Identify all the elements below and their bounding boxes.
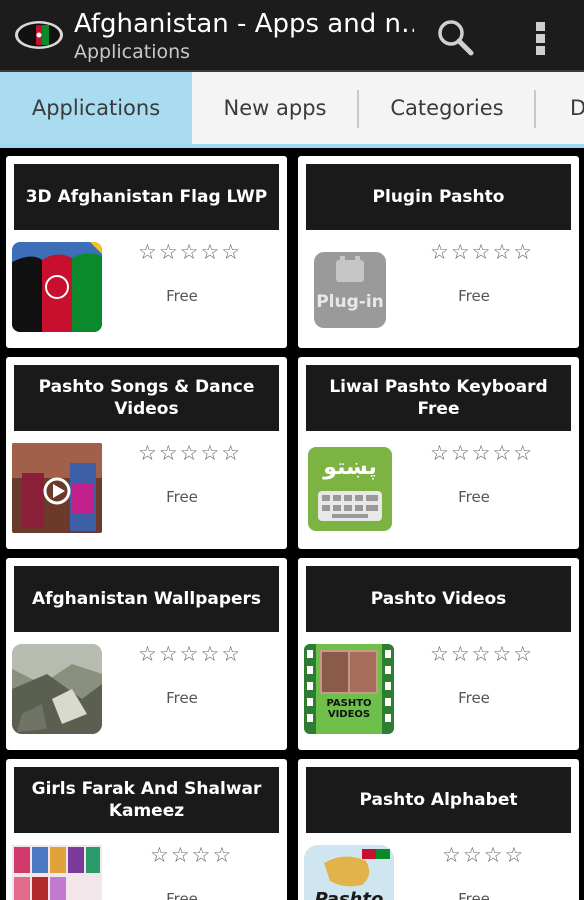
action-bar: Afghanistan - Apps and n… Applications (0, 0, 584, 72)
tab-new-apps[interactable]: New apps (192, 72, 358, 144)
search-icon[interactable] (434, 16, 478, 60)
price-label: Free (458, 287, 490, 305)
video-thumbnail-icon (12, 443, 102, 533)
overflow-menu-icon[interactable] (526, 16, 556, 60)
app-card-title: Afghanistan Wallpapers (14, 566, 279, 632)
price-label: Free (166, 287, 198, 305)
pashto-alphabet-icon: Pashto (304, 845, 394, 900)
app-screen: Afghanistan - Apps and n… Applications A… (0, 0, 584, 900)
plug-in-icon-text: Plug-in (316, 292, 384, 312)
app-card[interactable]: Girls Farak And Shalwar Kameez ☆☆☆☆ Free (6, 759, 287, 900)
tab-applications[interactable]: Applications (0, 72, 192, 144)
price-label: Free (166, 488, 198, 506)
rating-stars: ☆☆☆☆☆ (138, 441, 243, 465)
dress-gallery-icon (12, 845, 102, 900)
app-card[interactable]: Pashto Songs & Dance Videos ☆☆☆☆☆ Free (6, 357, 287, 549)
price-label: Free (458, 890, 490, 900)
afghanistan-flag-eye-icon[interactable] (14, 14, 64, 56)
app-subtitle: Applications (74, 41, 191, 63)
app-card[interactable]: Pashto Alphabet Pashto ☆☆☆☆ Free (298, 759, 579, 900)
price-label: Free (166, 890, 198, 900)
rating-stars: ☆☆☆☆☆ (430, 240, 535, 264)
film-strip-icon: PASHTO VIDEOS (304, 644, 394, 734)
app-card[interactable]: Pashto Videos PASHTO VIDEOS ☆☆☆☆☆ Free (298, 558, 579, 750)
rating-stars: ☆☆☆☆☆ (430, 441, 535, 465)
app-card-title: Pashto Alphabet (306, 767, 571, 833)
mountain-photo-icon (12, 644, 102, 734)
price-label: Free (458, 689, 490, 707)
plug-in-icon: Plug-in (314, 252, 386, 328)
rating-stars: ☆☆☆☆ (442, 843, 526, 867)
app-card[interactable]: 3D Afghanistan Flag LWP ☆☆☆☆☆ Free (6, 156, 287, 348)
tab-bar: Applications New apps Categories D (0, 72, 584, 148)
app-card-title: Pashto Songs & Dance Videos (14, 365, 279, 431)
app-card-title: Plugin Pashto (306, 164, 571, 230)
price-label: Free (458, 488, 490, 506)
app-card-title: 3D Afghanistan Flag LWP (14, 164, 279, 230)
app-card[interactable]: Plugin Pashto Plug-in ☆☆☆☆☆ Free (298, 156, 579, 348)
app-card-title: Girls Farak And Shalwar Kameez (14, 767, 279, 833)
app-card-title: Pashto Videos (306, 566, 571, 632)
pashto-alphabet-icon-text: Pashto (314, 889, 384, 900)
film-strip-icon-text: PASHTO VIDEOS (326, 698, 372, 720)
rating-stars: ☆☆☆☆☆ (138, 642, 243, 666)
app-card-title: Liwal Pashto Keyboard Free (306, 365, 571, 431)
app-card[interactable]: Afghanistan Wallpapers ☆☆☆☆☆ Free (6, 558, 287, 750)
tab-more[interactable]: D (536, 72, 584, 144)
rating-stars: ☆☆☆☆☆ (430, 642, 535, 666)
rating-stars: ☆☆☆☆☆ (138, 240, 243, 264)
price-label: Free (166, 689, 198, 707)
app-title: Afghanistan - Apps and n… (74, 9, 414, 39)
title-block: Afghanistan - Apps and n… Applications (74, 8, 414, 64)
app-card[interactable]: Liwal Pashto Keyboard Free پښتو ☆☆☆☆☆ Fr… (298, 357, 579, 549)
keyboard-icon: پښتو (308, 447, 392, 531)
tab-categories[interactable]: Categories (359, 72, 535, 144)
afghanistan-flag-icon (12, 242, 102, 332)
rating-stars: ☆☆☆☆ (150, 843, 234, 867)
